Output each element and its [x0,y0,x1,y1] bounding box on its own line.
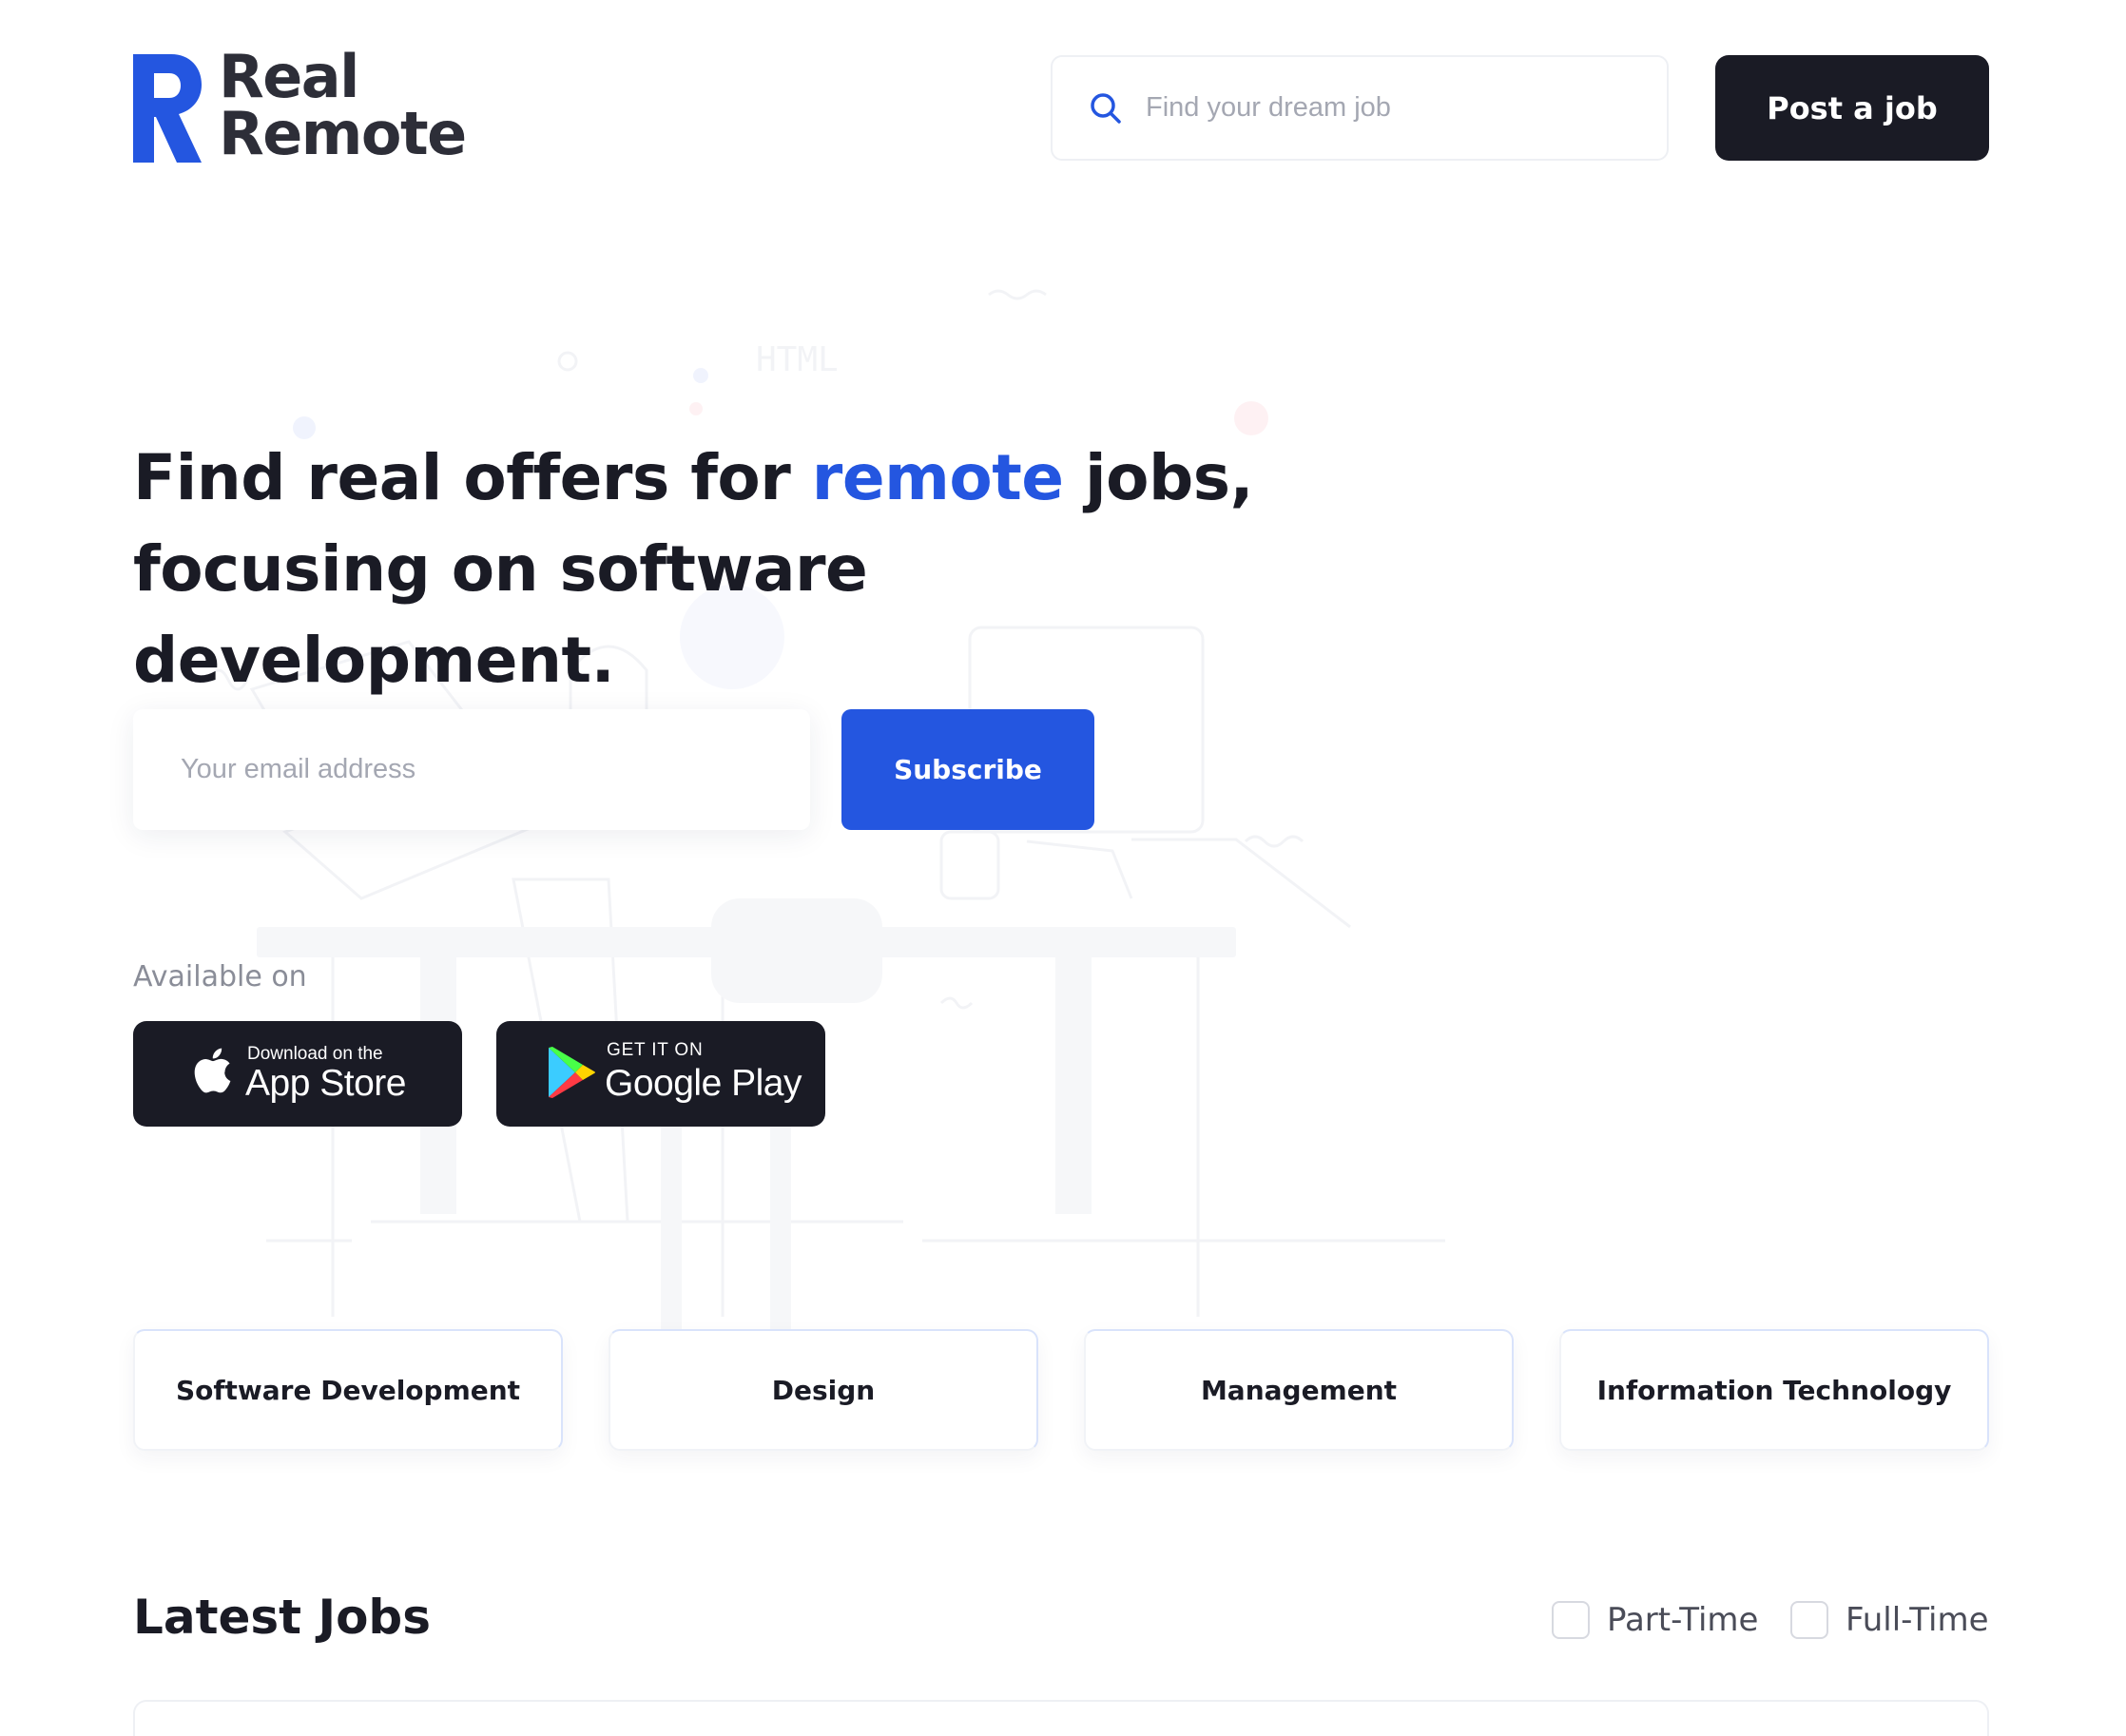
google-play-big-text: Google Play [605,1063,802,1104]
app-store-button[interactable]: Download on the App Store [133,1021,462,1127]
hero-title-part1: Find real offers for [133,441,812,514]
logo-text: Real Remote [219,42,467,168]
latest-jobs-heading: Latest Jobs [133,1590,431,1645]
logo-line-1: Real [219,42,359,111]
google-play-small-text: GET IT ON [607,1040,704,1060]
illustration-html-text: HTML [756,340,839,379]
category-software-development[interactable]: Software Development [133,1329,563,1451]
google-play-button[interactable]: GET IT ON Google Play [496,1021,825,1127]
logo-mark-icon [133,54,202,163]
apple-icon [194,1048,231,1093]
search-input[interactable] [1146,92,1640,124]
available-on-label: Available on [133,960,307,993]
subscribe-button[interactable]: Subscribe [841,709,1094,830]
post-job-button[interactable]: Post a job [1715,55,1989,161]
app-store-big-text: App Store [245,1063,406,1104]
full-time-checkbox[interactable] [1790,1601,1828,1639]
category-management[interactable]: Management [1084,1329,1514,1451]
hero-title-line2: focusing on software development. [133,532,868,697]
hero-title: Find real offers for remote jobs, focusi… [133,433,1369,706]
search-icon [1091,92,1121,124]
part-time-filter[interactable]: Part-Time [1552,1601,1758,1639]
full-time-label: Full-Time [1846,1601,1989,1639]
job-list-container [133,1700,1989,1736]
google-play-icon [549,1047,595,1098]
email-field[interactable] [133,709,810,830]
category-information-technology[interactable]: Information Technology [1559,1329,1989,1451]
part-time-label: Part-Time [1607,1601,1759,1639]
search-bar[interactable] [1051,55,1669,161]
hero-title-part2: jobs, [1063,441,1254,514]
category-design[interactable]: Design [609,1329,1038,1451]
full-time-filter[interactable]: Full-Time [1790,1601,1989,1639]
part-time-checkbox[interactable] [1552,1601,1590,1639]
hero-title-accent: remote [811,441,1064,514]
logo-line-2: Remote [219,99,467,168]
app-store-small-text: Download on the [247,1044,383,1064]
logo[interactable]: Real Remote [133,48,475,166]
site-header: Real Remote Post a job [0,0,2126,219]
